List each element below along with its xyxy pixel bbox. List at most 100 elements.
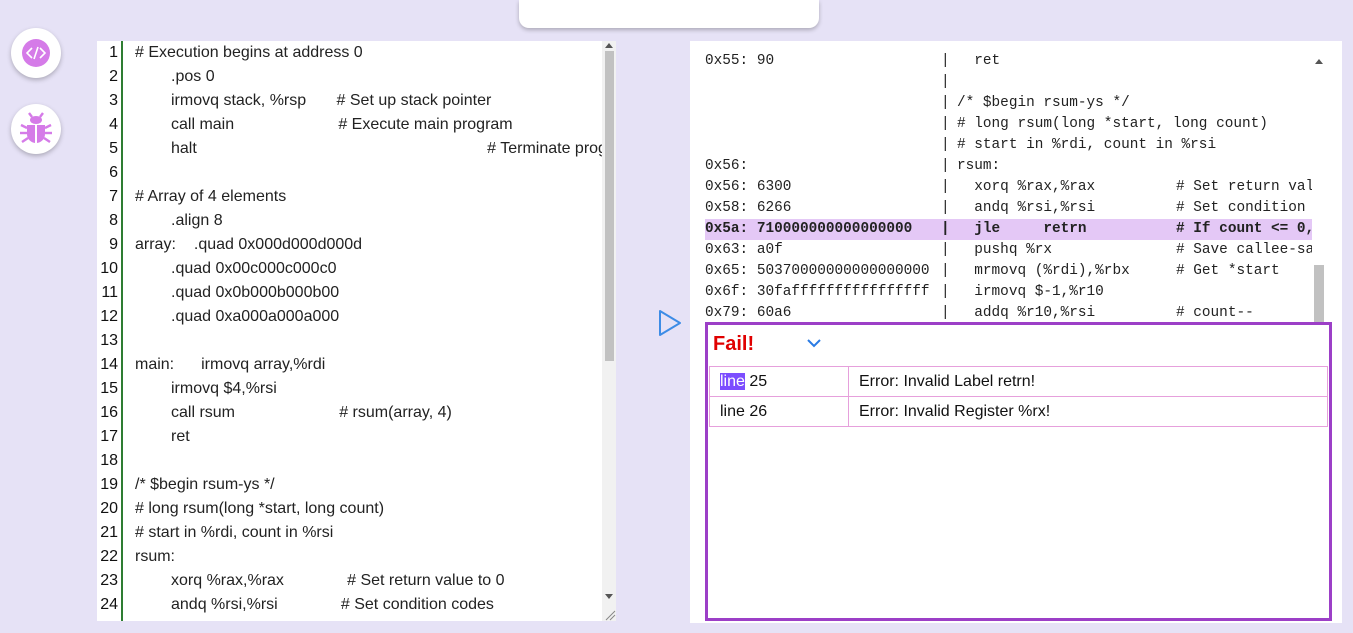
scroll-up-arrow-icon[interactable] — [605, 43, 613, 48]
assembly-line: 0x5a: 710000000000000000 | jle retrn # If … — [705, 219, 1312, 240]
asm-source: pushq %rx — [957, 242, 1052, 258]
asm-comment: # Save callee-sav — [1176, 242, 1312, 258]
asm-comment: # count-- — [1176, 305, 1254, 321]
code-line[interactable]: /* $begin rsum-ys */ — [135, 473, 275, 497]
line-number: 24 — [100, 596, 118, 613]
line-number: 10 — [100, 260, 118, 277]
code-line[interactable]: main: irmovq array,%rdi — [135, 353, 325, 377]
line-number-gutter: 1 2 3 4 5 6 7 8 9 10 11 12 13 14 15 16 17 18 19 20 21 22 23 24 — [97, 41, 123, 621]
asm-source: jle retrn — [957, 221, 1087, 237]
error-row[interactable]: line 26 Error: Invalid Register %rx! — [709, 396, 1328, 427]
error-line-word: line — [720, 402, 745, 420]
line-number: 1 — [109, 44, 118, 61]
code-view-button[interactable] — [11, 28, 61, 78]
error-message: Error: Invalid Label retrn! — [848, 366, 1328, 397]
assembly-line: | # long rsum(long *start, long count) — [705, 114, 1312, 135]
asm-separator: | — [941, 305, 950, 321]
assembly-line: 0x79: 60a6 | addq %r10,%rsi # count-- — [705, 303, 1312, 324]
asm-comment: # Set return valu — [1176, 179, 1312, 195]
run-play-icon[interactable] — [656, 308, 684, 338]
error-line-number: 25 — [749, 372, 768, 390]
editor-scrollbar[interactable] — [602, 41, 616, 621]
error-line-number: 26 — [749, 402, 768, 420]
line-number: 18 — [100, 452, 118, 469]
asm-separator: | — [941, 263, 950, 279]
resize-grip-icon[interactable] — [602, 607, 616, 621]
line-number: 20 — [100, 500, 118, 517]
line-number: 5 — [109, 140, 118, 157]
asm-separator: | — [941, 95, 950, 111]
line-number: 4 — [109, 116, 118, 133]
line-number: 13 — [100, 332, 118, 349]
code-line[interactable]: .quad 0xa000a000a000 — [135, 305, 339, 329]
error-line-cell[interactable]: line 25 — [709, 366, 849, 397]
chevron-down-icon[interactable] — [806, 337, 822, 349]
asm-source: xorq %rax,%rax — [957, 179, 1096, 195]
asm-address: 0x63: a0f — [705, 242, 783, 258]
assembly-line: 0x56: 6300 | xorq %rax,%rax # Set return v… — [705, 177, 1312, 198]
code-line[interactable]: .quad 0x0b000b000b00 — [135, 281, 339, 305]
error-row[interactable]: line 25 Error: Invalid Label retrn! — [709, 366, 1328, 397]
scroll-up-arrow-icon[interactable] — [1315, 59, 1323, 64]
line-number: 11 — [101, 284, 118, 301]
error-panel: Fail! line 25 Error: Invalid Label retrn!… — [705, 322, 1332, 621]
line-number: 14 — [100, 356, 118, 373]
code-line[interactable]: call rsum # rsum(array, 4) — [135, 401, 452, 425]
code-line[interactable]: irmovq stack, %rsp # Set up stack pointer — [135, 89, 491, 113]
code-icon — [22, 39, 50, 67]
status-label: Fail! — [713, 333, 755, 355]
bug-icon — [20, 112, 52, 143]
asm-separator: | — [941, 242, 950, 258]
line-number: 7 — [109, 188, 118, 205]
code-line[interactable]: halt# Terminate program — [135, 137, 616, 161]
line-number: 22 — [100, 548, 118, 565]
asm-address: 0x58: 6266 — [705, 200, 792, 216]
asm-separator: | — [941, 53, 950, 69]
editor-scroll-thumb[interactable] — [605, 51, 614, 361]
code-line[interactable]: # start in %rdi, count in %rsi — [135, 521, 333, 545]
line-number: 23 — [100, 572, 118, 589]
asm-address: 0x5a: 710000000000000000 — [705, 221, 913, 237]
asm-source: irmovq $-1,%r10 — [957, 284, 1104, 300]
line-number: 17 — [100, 428, 118, 445]
code-line[interactable]: call main # Execute main program — [135, 113, 513, 137]
assembly-line: 0x65: 50370000000000000000 | mrmovq (%rdi… — [705, 261, 1312, 282]
asm-separator: | — [941, 221, 950, 237]
asm-source: # start in %rdi, count in %rsi — [957, 137, 1217, 153]
code-line[interactable]: # long rsum(long *start, long count) — [135, 497, 384, 521]
code-editor[interactable]: 1 2 3 4 5 6 7 8 9 10 11 12 13 14 15 16 17 18 19 20 21 22 23 24 … — [97, 41, 616, 621]
line-number: 8 — [109, 212, 118, 229]
error-line-cell[interactable]: line 26 — [709, 396, 849, 427]
debug-button[interactable] — [11, 104, 61, 154]
output-scroll-thumb[interactable] — [1314, 265, 1324, 323]
code-line[interactable]: # Array of 4 elements — [135, 185, 286, 209]
asm-source: rsum: — [957, 158, 1001, 174]
asm-comment: # If count <= 0, — [1176, 221, 1312, 237]
error-line-word: line — [720, 372, 745, 390]
code-line[interactable]: rsum: — [135, 545, 175, 569]
code-line[interactable]: xorq %rax,%rax # Set return value to 0 — [135, 569, 505, 593]
output-scrollbar[interactable] — [1312, 55, 1326, 323]
assembly-line: 0x56: | rsum: — [705, 156, 1312, 177]
code-line[interactable]: andq %rsi,%rsi # Set condition codes — [135, 593, 494, 617]
asm-source: /* $begin rsum-ys */ — [957, 95, 1130, 111]
assembly-line: 0x55: 90 | ret — [705, 51, 1312, 72]
code-line[interactable]: .align 8 — [135, 209, 223, 233]
code-line[interactable]: # Execution begins at address 0 — [135, 41, 363, 65]
line-number: 2 — [109, 68, 118, 85]
asm-separator: | — [941, 179, 950, 195]
code-line[interactable]: .quad 0x00c000c000c0 — [135, 257, 336, 281]
line-number: 15 — [100, 380, 118, 397]
asm-separator: | — [941, 116, 950, 132]
scroll-down-arrow-icon[interactable] — [605, 594, 613, 599]
asm-separator: | — [941, 137, 950, 153]
line-number: 21 — [100, 524, 118, 541]
asm-address: 0x56: 6300 — [705, 179, 792, 195]
line-number: 9 — [109, 236, 118, 253]
code-line[interactable]: .pos 0 — [135, 65, 215, 89]
line-number: 6 — [109, 164, 118, 181]
code-line[interactable]: irmovq $4,%rsi — [135, 377, 277, 401]
asm-address: 0x55: 90 — [705, 53, 775, 69]
code-line[interactable]: array: .quad 0x000d000d000d — [135, 233, 362, 257]
code-line[interactable]: ret — [135, 425, 190, 449]
